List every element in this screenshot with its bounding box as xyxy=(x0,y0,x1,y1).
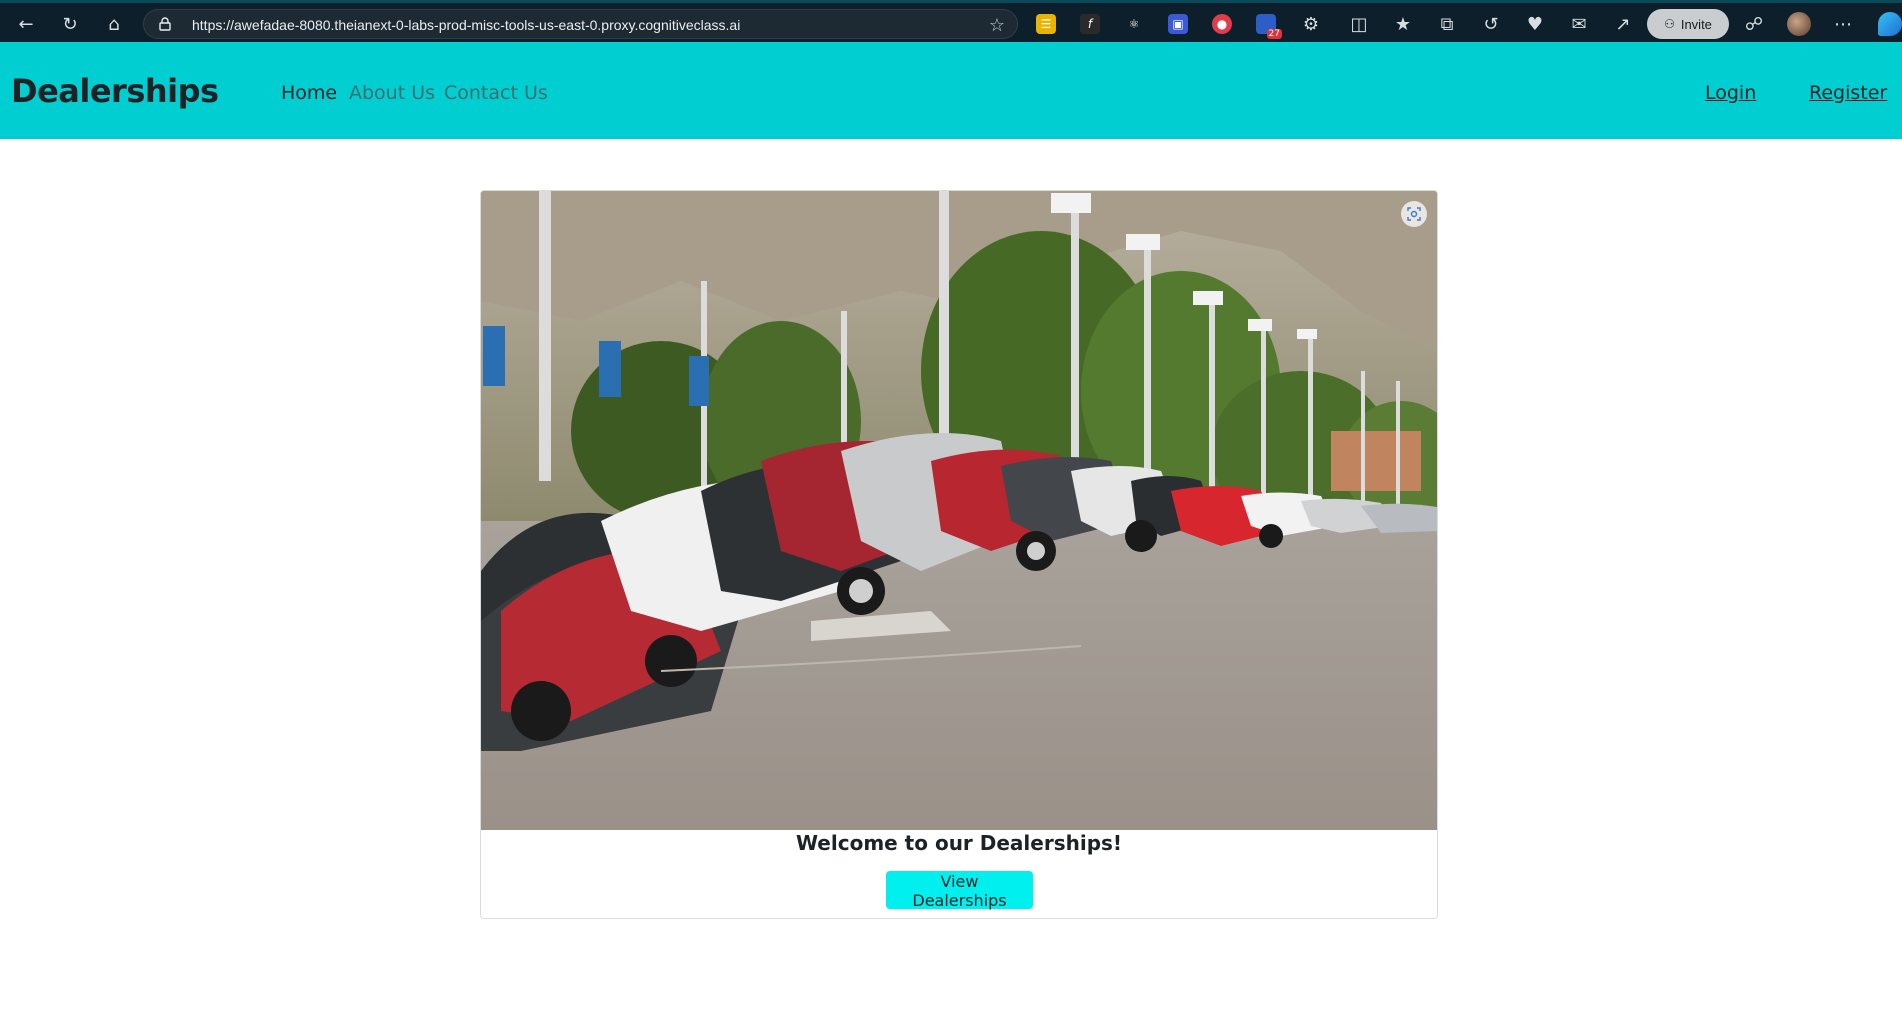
profile-avatar[interactable] xyxy=(1787,12,1811,36)
parking-lot-illustration xyxy=(481,191,1437,830)
screen-extension-icon[interactable]: ▣ xyxy=(1168,14,1188,34)
react-devtools-icon[interactable]: ⚛ xyxy=(1124,14,1144,34)
collections-icon[interactable]: ⧉ xyxy=(1433,10,1461,38)
view-dealerships-button[interactable]: View Dealerships xyxy=(886,871,1033,910)
back-icon[interactable]: ← xyxy=(12,10,40,38)
performance-icon[interactable]: ♥ xyxy=(1521,10,1549,38)
url-text: https://awefadae-8080.theianext-0-labs-p… xyxy=(192,17,741,33)
notes-extension-icon[interactable]: ☰ xyxy=(1036,14,1056,34)
reload-icon[interactable]: ↻ xyxy=(56,10,84,38)
register-link[interactable]: Register xyxy=(1809,82,1887,104)
favorite-star-icon[interactable]: ☆ xyxy=(989,15,1005,36)
home-icon[interactable]: ⌂ xyxy=(100,10,128,38)
invite-button[interactable]: ⚇ Invite xyxy=(1647,9,1729,39)
history-icon[interactable]: ↺ xyxy=(1477,10,1505,38)
share-icon[interactable]: ↗ xyxy=(1609,10,1637,38)
extension-badge: 27 xyxy=(1266,29,1282,39)
browser-toolbar: ← ↻ ⌂ https://awefadae-8080.theianext-0-… xyxy=(0,0,1902,42)
welcome-card: Welcome to our Dealerships! View Dealers… xyxy=(480,190,1438,919)
edge-copilot-icon[interactable] xyxy=(1878,12,1902,36)
nav-home-link[interactable]: Home xyxy=(281,82,337,104)
script-extension-icon[interactable]: f xyxy=(1080,14,1100,34)
visual-search-icon[interactable] xyxy=(1401,201,1427,227)
more-options-icon[interactable]: ⋯ xyxy=(1829,10,1857,38)
people-icon: ⚇ xyxy=(1664,17,1675,31)
calendar-extension-icon[interactable]: 27 xyxy=(1256,14,1282,39)
nav-contact-link[interactable]: Contact Us xyxy=(444,82,548,104)
split-screen-icon[interactable]: ◫ xyxy=(1345,10,1373,38)
nav-about-link[interactable]: About Us xyxy=(349,82,435,104)
hero-image-parking-lot xyxy=(481,191,1437,830)
copilot-link-icon[interactable]: ☍ xyxy=(1740,10,1768,38)
favorites-icon[interactable]: ★ xyxy=(1389,10,1417,38)
welcome-heading: Welcome to our Dealerships! xyxy=(795,831,1123,855)
site-navbar: Dealerships Home About Us Contact Us Log… xyxy=(0,42,1902,139)
feedback-icon[interactable]: ✉ xyxy=(1565,10,1593,38)
login-link[interactable]: Login xyxy=(1705,82,1756,104)
record-extension-icon[interactable]: ● xyxy=(1212,14,1232,34)
invite-label: Invite xyxy=(1680,16,1712,32)
lock-icon xyxy=(159,17,171,31)
extensions-puzzle-icon[interactable]: ⚙ xyxy=(1297,10,1325,38)
address-bar[interactable]: https://awefadae-8080.theianext-0-labs-p… xyxy=(143,9,1018,39)
brand-logo-text[interactable]: Dealerships xyxy=(11,72,219,110)
